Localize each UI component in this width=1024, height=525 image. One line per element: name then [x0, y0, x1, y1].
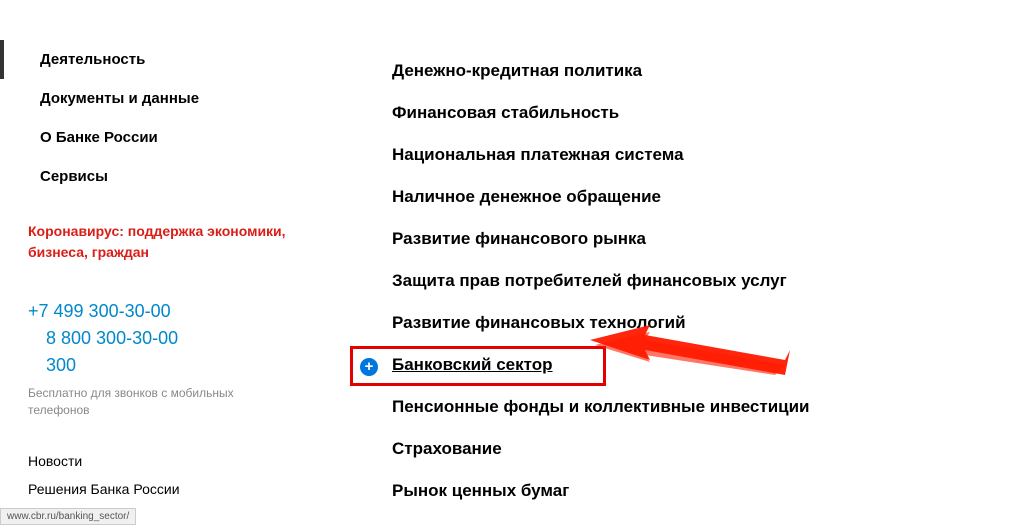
menu-item[interactable]: Денежно-кредитная политика	[392, 50, 984, 92]
menu-item[interactable]: Рынок ценных бумаг	[392, 470, 984, 512]
menu-item[interactable]: Развитие финансовых технологий	[392, 302, 984, 344]
phone-block: +7 499 300-30-00 8 800 300-30-00 300 Бес…	[0, 273, 312, 419]
menu-item-banking-sector[interactable]: Банковский сектор	[392, 344, 984, 386]
nav-item-activity[interactable]: Деятельность	[0, 40, 312, 79]
nav-item-services[interactable]: Сервисы	[0, 157, 312, 196]
sidebar: Деятельность Документы и данные О Банке …	[0, 0, 312, 525]
link-decisions[interactable]: Решения Банка России	[28, 475, 292, 503]
highlighted-item-wrap: + Банковский сектор	[350, 344, 984, 386]
menu-item[interactable]: Защита прав потребителей финансовых услу…	[392, 260, 984, 302]
main-content: Денежно-кредитная политика Финансовая ст…	[312, 0, 1024, 525]
plus-icon: +	[360, 358, 378, 376]
bottom-links: Новости Решения Банка России	[0, 419, 312, 503]
menu-item[interactable]: Развитие финансового рынка	[392, 218, 984, 260]
menu-item[interactable]: Наличное денежное обращение	[392, 176, 984, 218]
phone-2[interactable]: 8 800 300-30-00	[28, 325, 292, 352]
corona-notice[interactable]: Коронавирус: поддержка экономики, бизнес…	[0, 196, 312, 273]
nav-item-documents[interactable]: Документы и данные	[0, 79, 312, 118]
menu-item[interactable]: Финансовая стабильность	[392, 92, 984, 134]
menu-item[interactable]: Национальная платежная система	[392, 134, 984, 176]
phone-note: Бесплатно для звонков с мобильных телефо…	[28, 385, 292, 419]
menu-item[interactable]: Страхование	[392, 428, 984, 470]
phone-3[interactable]: 300	[28, 352, 292, 379]
menu-item[interactable]: Эмитенты и корпоративное управление	[392, 512, 984, 525]
link-news[interactable]: Новости	[28, 447, 292, 475]
status-bar-url: www.cbr.ru/banking_sector/	[0, 508, 136, 525]
phone-1[interactable]: +7 499 300-30-00	[28, 298, 292, 325]
menu-item[interactable]: Пенсионные фонды и коллективные инвестиц…	[392, 386, 984, 428]
nav-item-about[interactable]: О Банке России	[0, 118, 312, 157]
